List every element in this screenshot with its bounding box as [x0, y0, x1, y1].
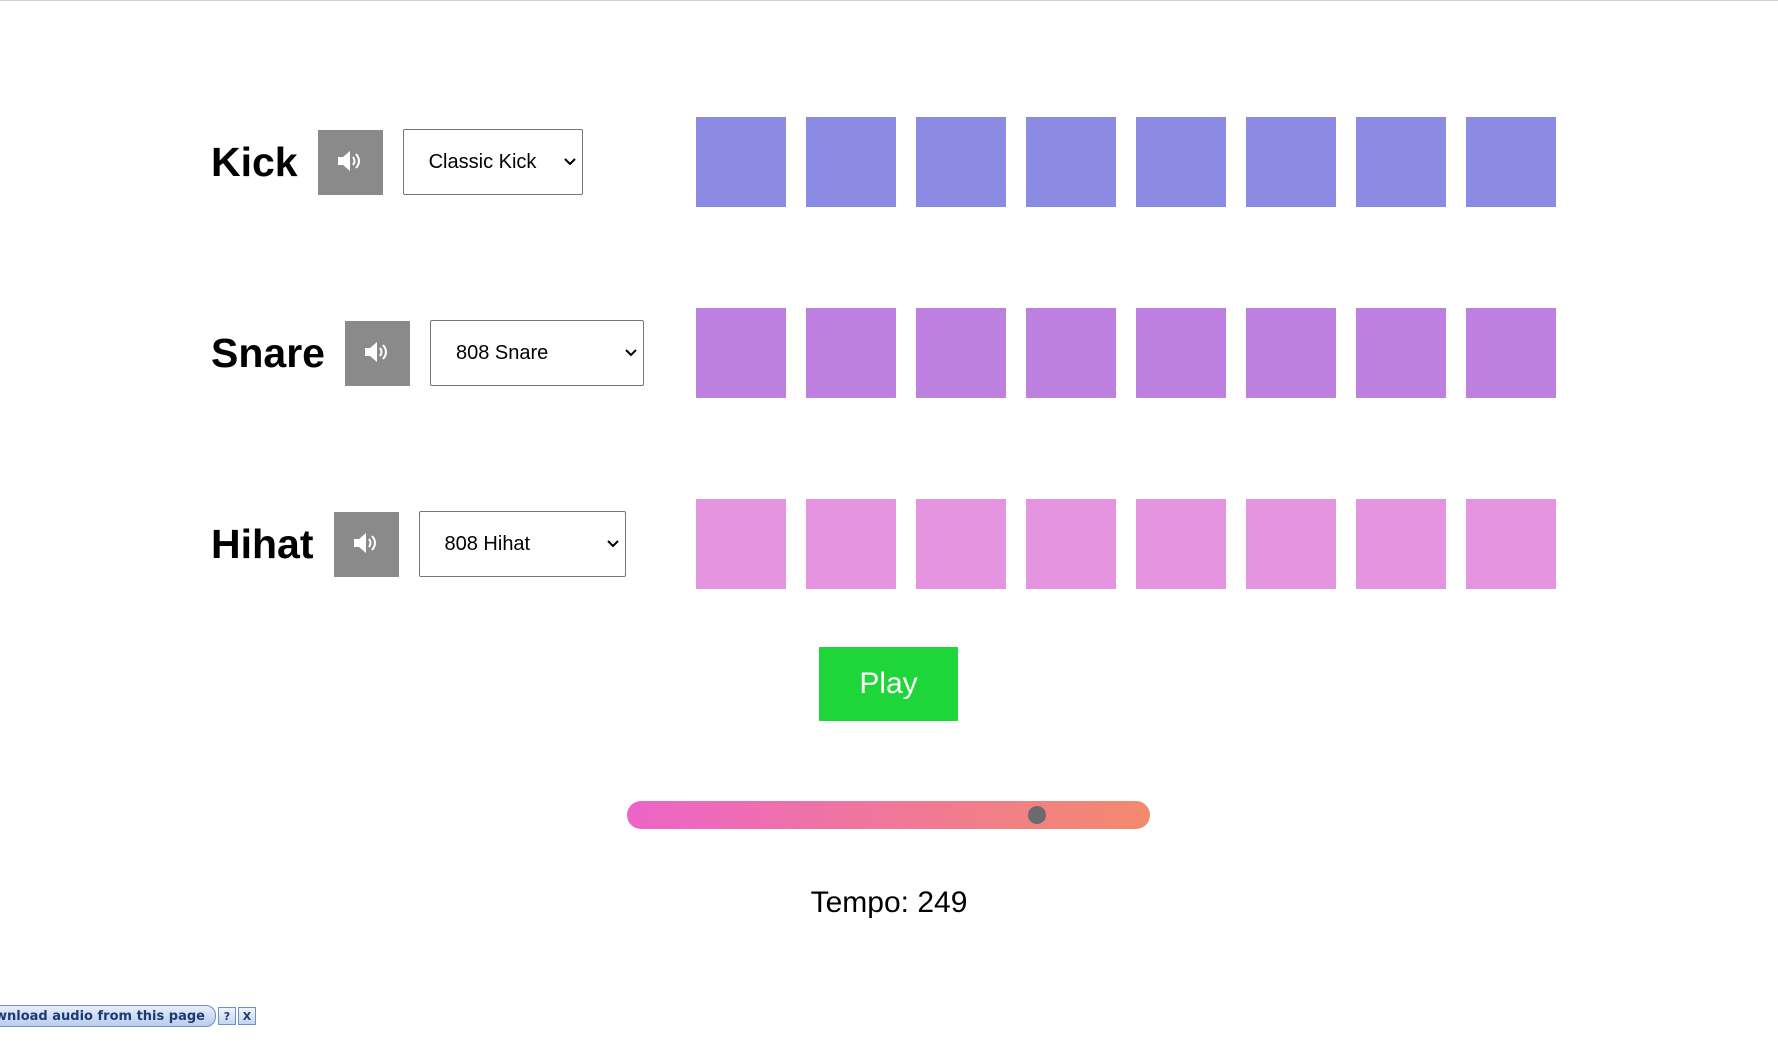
snare-step-pad-5[interactable] — [1136, 308, 1226, 398]
track-label-hihat: Hihat — [211, 520, 314, 567]
speaker-icon — [336, 150, 364, 175]
window-top-border — [0, 0, 1778, 1]
kick-step-pad-7[interactable] — [1356, 117, 1446, 207]
hihat-step-pad-7[interactable] — [1356, 499, 1446, 589]
hihat-step-pad-3[interactable] — [916, 499, 1006, 589]
track-row-kick: Kick Classic Kick — [211, 117, 583, 207]
help-icon[interactable]: ? — [217, 1007, 236, 1025]
snare-step-pad-7[interactable] — [1356, 308, 1446, 398]
snare-step-pad-6[interactable] — [1246, 308, 1336, 398]
kick-step-pad-2[interactable] — [806, 117, 896, 207]
kick-step-pad-6[interactable] — [1246, 117, 1336, 207]
play-button-label: Play — [859, 667, 918, 700]
kick-step-pad-1[interactable] — [696, 117, 786, 207]
snare-step-pad-1[interactable] — [696, 308, 786, 398]
chevron-down-icon — [619, 349, 643, 357]
hihat-step-pad-1[interactable] — [696, 499, 786, 589]
snare-step-pad-8[interactable] — [1466, 308, 1556, 398]
kick-step-pad-3[interactable] — [916, 117, 1006, 207]
snare-sound-value: 808 Snare — [455, 341, 549, 364]
speaker-icon — [363, 341, 391, 366]
snare-step-pad-2[interactable] — [806, 308, 896, 398]
hihat-step-pad-8[interactable] — [1466, 499, 1556, 589]
kick-sound-select[interactable]: Classic Kick — [402, 129, 583, 195]
chevron-down-icon — [601, 540, 625, 548]
snare-sound-select[interactable]: 808 Snare — [429, 320, 644, 386]
play-button[interactable]: Play — [819, 647, 958, 721]
tempo-slider-thumb[interactable] — [1028, 806, 1046, 824]
chevron-down-icon — [558, 158, 582, 166]
hihat-mute-button[interactable] — [333, 511, 399, 577]
hihat-step-pad-2[interactable] — [806, 499, 896, 589]
kick-step-pad-4[interactable] — [1026, 117, 1116, 207]
speaker-icon — [352, 532, 380, 557]
snare-mute-button[interactable] — [344, 320, 410, 386]
kick-sound-value: Classic Kick — [428, 150, 537, 173]
hihat-sound-select[interactable]: 808 Hihat — [418, 511, 626, 577]
track-label-kick: Kick — [211, 138, 298, 185]
hihat-step-pad-5[interactable] — [1136, 499, 1226, 589]
snare-step-pad-4[interactable] — [1026, 308, 1116, 398]
hihat-step-pad-4[interactable] — [1026, 499, 1116, 589]
snare-step-pad-3[interactable] — [916, 308, 1006, 398]
tempo-readout: Tempo: 249 — [810, 886, 968, 919]
track-row-hihat: Hihat 808 Hihat — [211, 499, 626, 589]
tempo-slider[interactable] — [627, 801, 1150, 829]
kick-step-pad-8[interactable] — [1466, 117, 1556, 207]
kick-step-pads — [696, 117, 1556, 207]
kick-mute-button[interactable] — [317, 129, 383, 195]
track-label-snare: Snare — [211, 329, 325, 376]
hihat-step-pads — [696, 499, 1556, 589]
kick-step-pad-5[interactable] — [1136, 117, 1226, 207]
close-icon[interactable]: X — [237, 1007, 256, 1025]
download-audio-link[interactable]: wnload audio from this page — [0, 1005, 216, 1027]
hihat-sound-value: 808 Hihat — [444, 532, 531, 555]
track-row-snare: Snare 808 Snare — [211, 308, 644, 398]
snare-step-pads — [696, 308, 1556, 398]
hihat-step-pad-6[interactable] — [1246, 499, 1336, 589]
download-audio-bar: wnload audio from this page ? X — [0, 1005, 256, 1027]
